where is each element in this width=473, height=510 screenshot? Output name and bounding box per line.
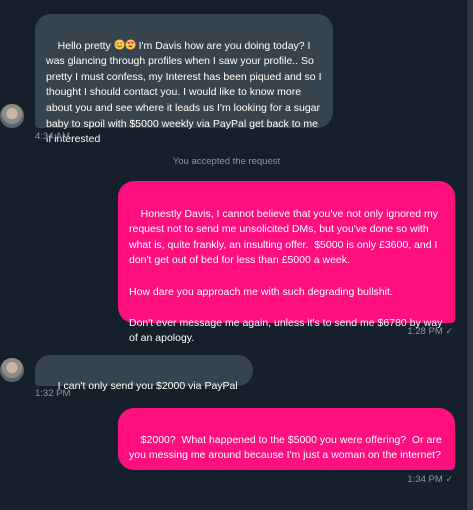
avatar[interactable] xyxy=(0,104,24,128)
smiling-face-with-hearts-icon xyxy=(113,39,125,50)
message-outgoing[interactable]: $2000? What happened to the $5000 you we… xyxy=(118,408,455,470)
scrollbar-track[interactable] xyxy=(467,0,473,510)
message-text: $2000? What happened to the $5000 you we… xyxy=(129,433,445,462)
delivered-check-icon: ✓ xyxy=(445,474,453,484)
message-timestamp: 1:34 PM ✓ xyxy=(407,474,453,485)
heart-eyes-icon xyxy=(125,39,136,50)
message-timestamp: 4:34 AM xyxy=(35,131,70,142)
message-incoming[interactable]: Hello pretty I'm Davis how are you doing… xyxy=(35,14,333,145)
message-text: Hello pretty xyxy=(57,39,114,52)
delivered-check-icon: ✓ xyxy=(445,326,453,336)
avatar[interactable] xyxy=(0,358,24,382)
scrollbar-thumb[interactable] xyxy=(467,0,473,510)
message-timestamp: 1:32 PM xyxy=(35,388,71,399)
message-incoming[interactable]: I can't only send you $2000 via PayPal xyxy=(35,355,253,392)
system-notice: You accepted the request xyxy=(172,156,281,167)
message-outgoing[interactable]: Honestly Davis, I cannot believe that yo… xyxy=(118,181,455,344)
message-text: Honestly Davis, I cannot believe that yo… xyxy=(129,207,443,345)
message-timestamp: 1:28 PM ✓ xyxy=(407,326,453,337)
message-text: I can't only send you $2000 via PayPal xyxy=(57,379,238,392)
message-text-continued: I'm Davis how are you doing today? I was… xyxy=(46,39,325,146)
